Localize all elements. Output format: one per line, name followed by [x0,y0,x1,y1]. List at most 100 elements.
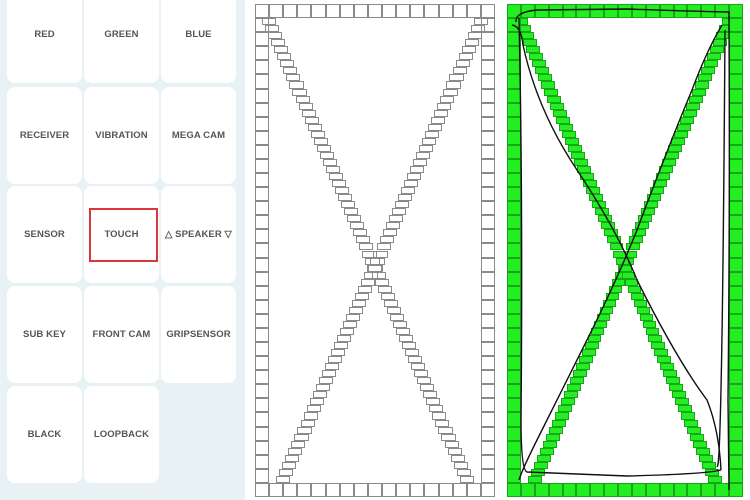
touch-cell [286,74,301,82]
touch-cell [406,173,422,181]
menu-button-loopback[interactable]: LOOPBACK [84,386,159,483]
touch-cell [255,243,270,258]
touch-cell [303,412,318,420]
touch-cell [325,4,340,19]
touch-cell [446,81,461,89]
touch-cell [291,440,306,448]
touch-cell [255,130,270,145]
touch-cell [391,208,406,216]
touch-cell [480,440,495,455]
touch-cell [295,95,310,103]
diagnostic-menu: RED GREEN BLUE RECEIVER VIBRATION MEGA CAM SEN… [0,0,245,500]
touch-cell [389,313,404,321]
touch-cell [312,391,327,399]
menu-button-gripsensor[interactable]: GRIPSENSOR [161,286,236,383]
touch-cell [435,419,450,427]
touch-cell [480,88,495,103]
menu-button-black[interactable]: BLACK [7,386,82,483]
touch-cell [480,285,495,300]
touch-cell [480,229,495,244]
touch-cell [456,468,471,476]
touch-cell [461,46,476,54]
touch-cell [353,4,368,19]
touch-cell [255,32,270,47]
touch-cell [432,412,447,420]
touch-cell [480,4,495,19]
touch-test-after[interactable] [507,0,750,500]
touch-cell [382,229,397,237]
touch-cell [397,194,412,202]
touch-cell [396,4,411,19]
touch-cell [408,356,423,364]
menu-button-sensor[interactable]: SENSOR [7,186,82,283]
touch-cell [313,137,328,145]
touch-cell [315,384,330,392]
touch-cell [306,405,321,413]
touch-cell [255,18,270,33]
menu-button-red[interactable]: RED [7,0,82,83]
touch-cell [255,257,270,272]
touch-cell [480,187,495,202]
touch-cell [282,461,297,469]
touch-cell [480,356,495,371]
touch-cell [297,426,312,434]
touch-cell [410,482,425,497]
touch-cell [480,384,495,399]
touch-cell [374,278,389,286]
touch-cell [347,215,362,223]
menu-button-green[interactable]: GREEN [84,0,159,83]
touch-cell [429,405,444,413]
touch-cell [396,482,411,497]
touch-cell [466,482,481,497]
touch-cell [480,130,495,145]
touch-cell [395,327,410,335]
menu-button-front-cam[interactable]: FRONT CAM [84,286,159,383]
menu-button-speaker[interactable]: △ SPEAKER ▽ [161,186,236,283]
touch-cell [380,292,395,300]
menu-button-receiver[interactable]: RECEIVER [7,87,82,184]
touch-cell [455,60,470,68]
touch-cell [367,4,383,19]
touch-cell [362,250,377,258]
touch-cell [417,377,432,385]
touch-cell [283,67,298,75]
touch-cell [349,306,364,314]
menu-button-sub-key[interactable]: SUB KEY [7,286,82,383]
touch-cell [437,102,452,110]
touch-cell [400,187,415,195]
touch-cell [355,292,370,300]
touch-cell [480,257,495,272]
touch-cell [480,215,495,230]
touch-cell [255,60,270,75]
touch-cell [325,482,340,497]
touch-cell [255,356,270,371]
touch-cell [438,482,453,497]
touch-cell [480,426,495,441]
touch-cell [480,116,495,131]
touch-cell [440,95,455,103]
touch-cell [353,229,368,237]
touch-cell [480,32,495,47]
touch-test-before[interactable] [253,0,498,500]
touch-cell [271,39,286,47]
touch-cell [255,440,270,455]
touch-cell [480,201,495,216]
touch-cell [453,461,468,469]
touch-cell [294,433,309,441]
menu-button-vibration[interactable]: VIBRATION [84,87,159,184]
touch-cell [350,222,365,230]
touch-cell [438,426,453,434]
highlight-box [89,208,158,262]
touch-cell [255,426,270,441]
touch-cell [424,4,439,19]
touch-cell [255,187,270,202]
menu-button-blue[interactable]: BLUE [161,0,236,83]
touch-cell [280,60,295,68]
touch-cell [289,81,304,89]
touch-cell [480,18,495,33]
touch-cell [283,482,298,497]
touch-cell [356,236,371,244]
menu-button-mega-cam[interactable]: MEGA CAM [161,87,236,184]
touch-cell [443,88,458,96]
touch-cell [340,327,355,335]
